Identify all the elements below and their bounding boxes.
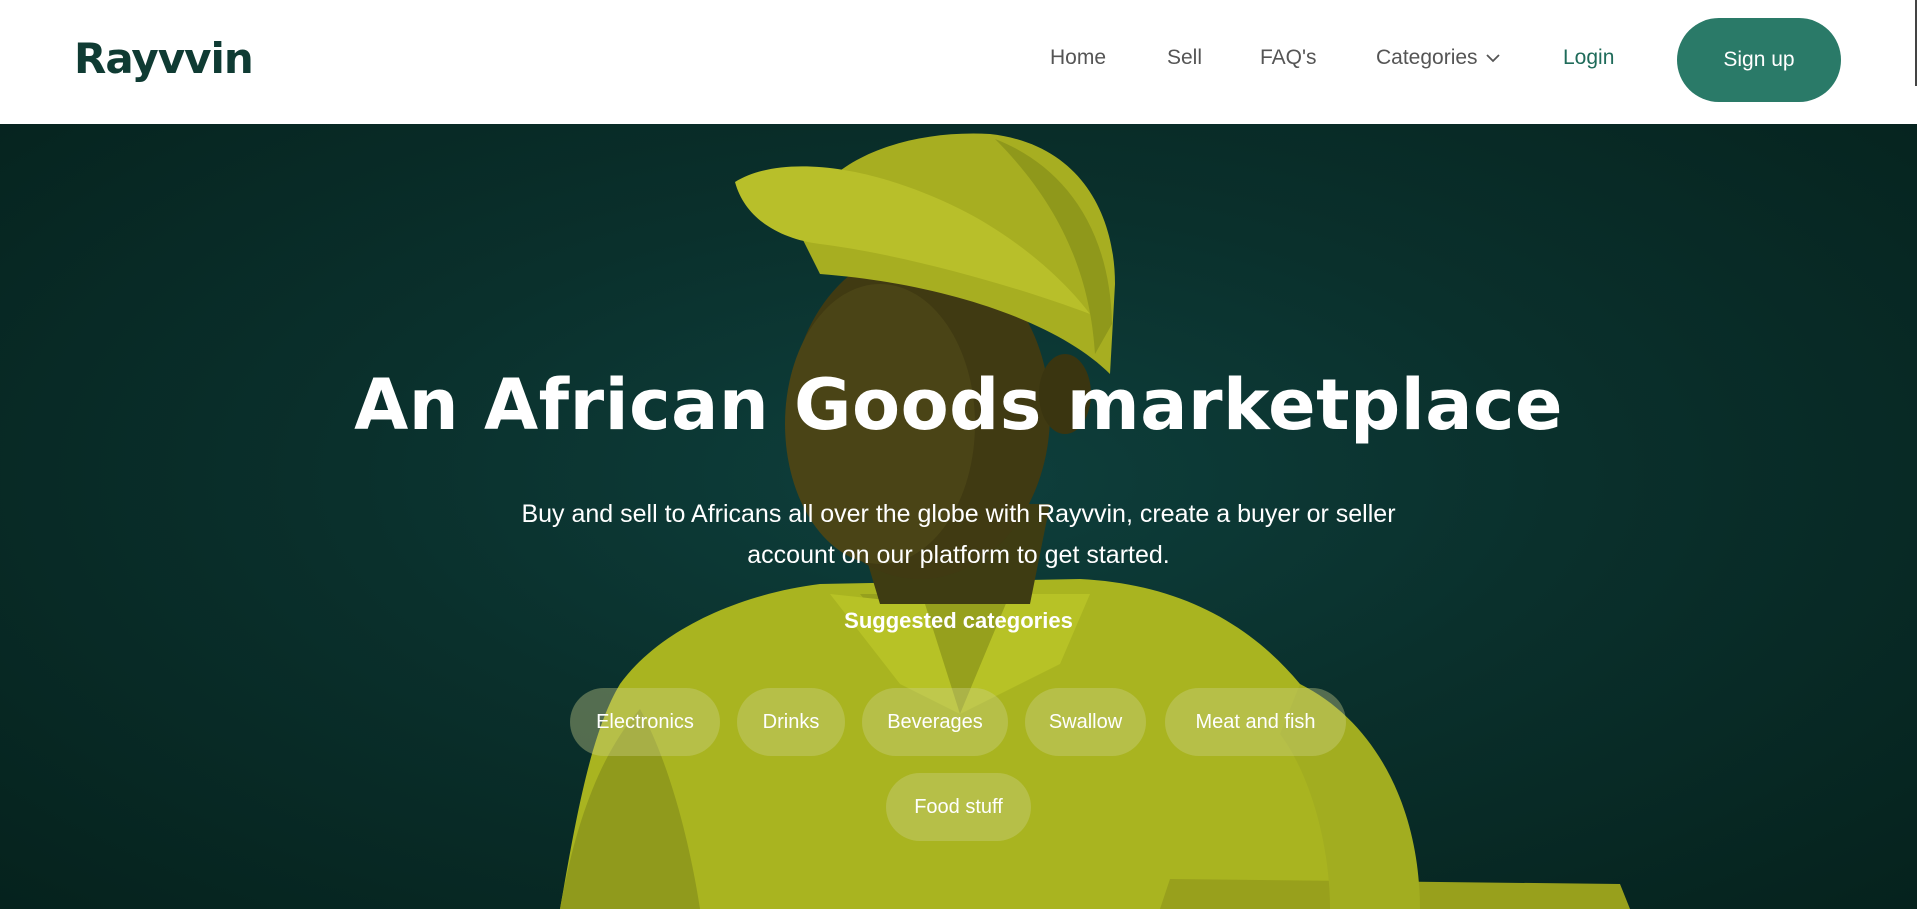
hero-section: An African Goods marketplace Buy and sel… <box>0 124 1917 909</box>
suggested-categories-heading: Suggested categories <box>844 608 1073 633</box>
category-chip-electronics[interactable]: Electronics <box>570 688 720 756</box>
category-chip-food-stuff[interactable]: Food stuff <box>886 773 1031 841</box>
nav-sell-link[interactable]: Sell <box>1167 46 1202 70</box>
site-header: Rayvvin Home Sell FAQ's Categories Login… <box>0 0 1917 124</box>
hero-subtitle: Buy and sell to Africans all over the gl… <box>521 500 1396 569</box>
chevron-down-icon <box>1485 54 1500 63</box>
nav-home-link[interactable]: Home <box>1050 46 1106 70</box>
category-chip-beverages[interactable]: Beverages <box>862 688 1008 756</box>
login-link[interactable]: Login <box>1563 46 1614 70</box>
category-chip-swallow[interactable]: Swallow <box>1025 688 1146 756</box>
signup-button[interactable]: Sign up <box>1677 18 1841 102</box>
main-nav: Home Sell FAQ's Categories Login <box>0 0 1917 124</box>
category-chip-meat-and-fish[interactable]: Meat and fish <box>1165 688 1346 756</box>
category-chip-drinks[interactable]: Drinks <box>737 688 845 756</box>
hero-title: An African Goods marketplace <box>354 364 1563 446</box>
nav-categories-label: Categories <box>1376 46 1478 69</box>
nav-categories-dropdown[interactable]: Categories <box>1376 46 1502 70</box>
nav-faq-link[interactable]: FAQ's <box>1260 46 1317 70</box>
